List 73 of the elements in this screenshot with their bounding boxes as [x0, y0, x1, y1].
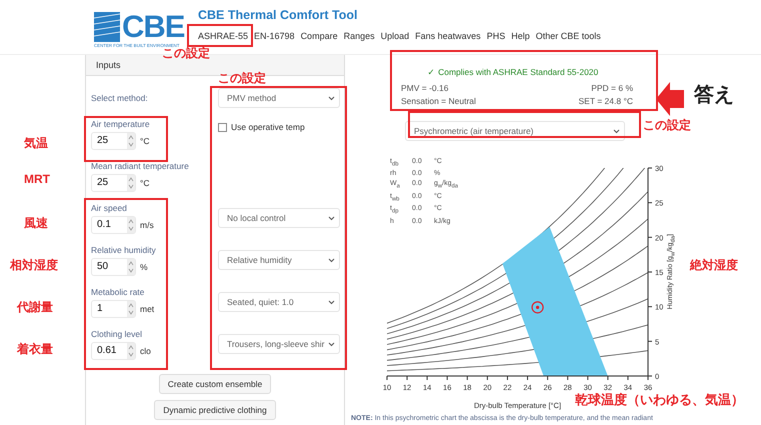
annotation-label: MRT	[24, 172, 50, 186]
method-select[interactable]: PMV method	[218, 88, 340, 108]
field-label: Mean radiant temperature	[91, 160, 190, 170]
caret-icon	[328, 96, 335, 100]
unit-label: clo	[140, 346, 151, 356]
ppd-value: PPD = 6 %	[591, 83, 633, 93]
number-field[interactable]: 25	[91, 174, 136, 192]
spinner-icon[interactable]	[127, 258, 135, 274]
chart-select[interactable]: Psychrometric (air temperature)	[405, 121, 625, 141]
nav-link[interactable]: EN-16798	[254, 31, 295, 41]
field-label: Clothing level	[91, 328, 144, 338]
set-value: SET = 24.8 °C	[578, 96, 633, 106]
nav-link[interactable]: Other CBE tools	[536, 31, 601, 41]
caret-icon	[328, 342, 335, 346]
annotation-label: この設定	[643, 118, 691, 132]
annotation-label: 着衣量	[17, 342, 53, 356]
option-select[interactable]: Seated, quiet: 1.0	[218, 292, 340, 312]
caret-icon	[328, 258, 335, 262]
option-select[interactable]: No local control	[218, 208, 340, 228]
unit-label: met	[140, 304, 154, 314]
number-field[interactable]: 0.61	[91, 342, 136, 360]
nav-link[interactable]: Fans heatwaves	[415, 31, 481, 41]
app-title: CBE Thermal Comfort Tool	[198, 8, 358, 22]
logo-text: CBE	[122, 11, 184, 43]
annotation-label: 気温	[24, 136, 48, 150]
unit-label: °C	[140, 136, 150, 146]
annotation-label: この設定	[162, 46, 210, 60]
spinner-icon[interactable]	[127, 174, 135, 190]
annotation-box	[187, 24, 253, 47]
nav-link[interactable]: ASHRAE-55	[198, 31, 248, 41]
field-label: Select method:	[91, 93, 149, 103]
number-field[interactable]: 1	[91, 300, 136, 318]
action-button[interactable]: Create custom ensemble	[158, 374, 272, 394]
annotation-label: 代謝量	[17, 300, 53, 314]
caret-icon	[328, 216, 335, 220]
checkbox-label: Use operative temp	[231, 122, 305, 132]
action-button[interactable]: Dynamic predictive clothing	[154, 400, 276, 420]
spinner-icon[interactable]	[127, 342, 135, 358]
logo-icon	[94, 12, 120, 42]
field-label: Metabolic rate	[91, 286, 146, 296]
spinner-icon[interactable]	[127, 216, 135, 232]
unit-label: %	[140, 262, 148, 272]
annotation-label: 相対湿度	[10, 258, 58, 272]
annotation-label: この設定	[218, 71, 266, 86]
number-field[interactable]: 50	[91, 258, 136, 276]
arrow-icon	[656, 82, 684, 116]
nav-link[interactable]: Help	[511, 31, 530, 41]
spinner-icon[interactable]	[127, 300, 135, 316]
field-label: Relative humidity	[91, 244, 157, 254]
spinner-icon[interactable]	[127, 132, 135, 148]
caret-icon	[613, 128, 620, 134]
checkbox[interactable]	[218, 122, 227, 132]
option-select[interactable]: Trousers, long-sleeve shir	[218, 334, 340, 354]
panel-title: Inputs	[96, 60, 121, 70]
unit-label: m/s	[140, 220, 154, 230]
sensation-value: Sensation = Neutral	[401, 96, 476, 106]
field-label: Air speed	[91, 202, 128, 212]
caret-icon	[328, 300, 335, 304]
compliance-status: ✓ Complies with ASHRAE Standard 55-2020	[426, 67, 600, 77]
nav-link[interactable]: Compare	[300, 31, 338, 41]
nav-link[interactable]: PHS	[486, 31, 506, 41]
option-select[interactable]: Relative humidity	[218, 250, 340, 270]
field-label: Air temperature	[91, 118, 151, 128]
nav-link[interactable]: Ranges	[344, 31, 375, 41]
pmv-value: PMV = -0.16	[401, 83, 448, 93]
annotation-label: 風速	[24, 216, 48, 230]
number-field[interactable]: 25	[91, 132, 136, 150]
unit-label: °C	[140, 178, 150, 188]
annotation-label: 答え	[694, 83, 734, 107]
nav-link[interactable]: Upload	[380, 31, 410, 41]
annotation-label: 乾球温度（いわゆる、気温）	[575, 392, 744, 408]
annotation-label: 絶対湿度	[690, 258, 738, 272]
number-field[interactable]: 0.1	[91, 216, 136, 234]
